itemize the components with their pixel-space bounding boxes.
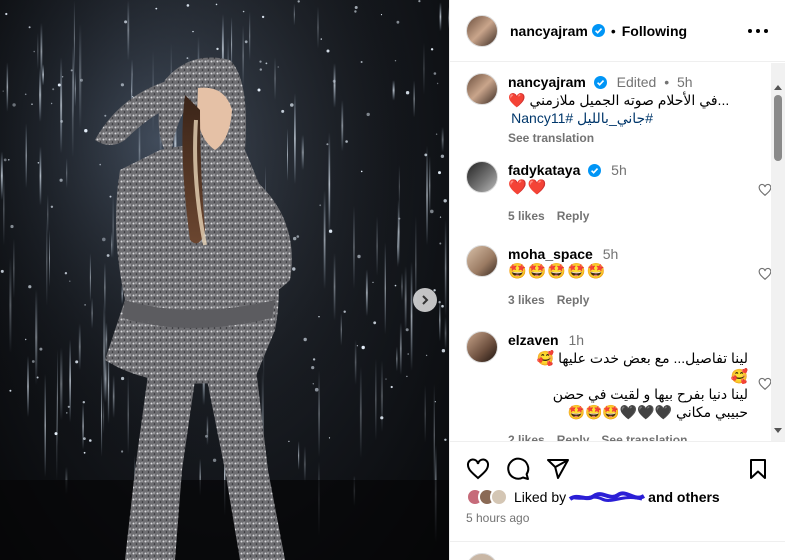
current-user-avatar (466, 553, 498, 560)
commenter-avatar[interactable] (466, 331, 498, 363)
comment-icon[interactable] (506, 457, 530, 481)
commenter-username[interactable]: moha_space (508, 246, 593, 262)
following-button[interactable]: Following (622, 23, 687, 39)
comment-item: fadykataya 5h ❤️❤️ 5 likes Reply (466, 161, 772, 225)
liker-avatars (466, 488, 508, 506)
verified-badge-icon (593, 76, 607, 89)
commenter-username[interactable]: fadykataya (508, 162, 580, 178)
commenter-avatar[interactable] (466, 245, 498, 277)
heart-icon[interactable] (758, 377, 772, 391)
comment-likes[interactable]: 3 likes (508, 293, 545, 307)
next-photo-button[interactable] (413, 288, 437, 312)
commenter-avatar[interactable] (466, 161, 498, 193)
verified-badge-icon (591, 24, 605, 37)
see-translation-button[interactable]: See translation (601, 433, 687, 441)
reply-button[interactable]: Reply (557, 293, 590, 307)
and-others-label[interactable]: and others (648, 489, 720, 505)
post-header: nancyajram • Following (450, 0, 785, 62)
heart-icon[interactable] (758, 183, 772, 197)
heart-icon[interactable] (758, 267, 772, 281)
comment-time: 5h (602, 246, 619, 262)
heart-emoji: ❤️ (508, 92, 526, 108)
author-username[interactable]: nancyajram (510, 23, 588, 39)
caption-item: nancyajram Edited • 5h ...في الأحلام صوت… (466, 73, 766, 147)
liked-by-label: Liked by (514, 489, 567, 505)
caption-edited: Edited (616, 74, 657, 90)
comment-text: 🤩🤩🤩🤩🤩 (508, 263, 607, 280)
comments-list[interactable]: nancyajram Edited • 5h ...في الأحلام صوت… (450, 63, 772, 441)
heart-icon[interactable] (466, 457, 490, 481)
comment-item: elzaven 1h لينا تفاصيل... مع بعض خدت علي… (466, 331, 772, 441)
reply-button[interactable]: Reply (557, 209, 590, 223)
singer-figure (95, 57, 292, 560)
comment-item: moha_space 5h 🤩🤩🤩🤩🤩 3 likes Reply (466, 245, 772, 309)
caption-avatar[interactable] (466, 73, 498, 105)
comment-text-line: حبيبي مكاني 🖤🖤🖤🤩🤩🤩 (567, 404, 748, 420)
comment-likes[interactable]: 5 likes (508, 209, 545, 223)
comment-text-line: لينا دنيا بفرح بيها و لقيت في حضن (552, 386, 748, 402)
verified-badge-icon (588, 164, 602, 177)
caption-time: 5h (677, 74, 693, 90)
caption-username[interactable]: nancyajram (508, 74, 586, 90)
post-detail-pane: nancyajram • Following nancyajram Edited… (449, 0, 785, 560)
caption-hashtags[interactable]: #جاني_بالليل #Nancy11 (508, 109, 653, 127)
author-avatar[interactable] (466, 14, 498, 47)
scrollbar-thumb[interactable] (774, 95, 782, 161)
header-separator: • (610, 22, 616, 39)
scroll-down-icon[interactable] (774, 428, 782, 433)
chevron-right-icon (422, 295, 429, 305)
bookmark-icon[interactable] (746, 457, 770, 481)
liked-by-row[interactable]: Liked by and others (466, 486, 720, 508)
caption-sep: • (664, 74, 670, 90)
caption-text: ...في الأحلام صوته الجميل ملازمني (529, 92, 730, 108)
more-options-icon[interactable] (748, 22, 768, 40)
comment-text: ❤️❤️ (508, 179, 548, 196)
post-photo[interactable] (0, 0, 449, 560)
comment-text-line: لينا تفاصيل... مع بعض خدت عليها 🥰 (536, 350, 748, 366)
comment-time: 1h (568, 332, 585, 348)
divider (450, 541, 785, 542)
scroll-up-icon[interactable] (774, 85, 782, 90)
comments-scrollbar[interactable] (771, 63, 785, 441)
post-time-ago: 5 hours ago (466, 511, 530, 525)
share-icon[interactable] (546, 457, 570, 481)
comment-time: 5h (611, 162, 627, 178)
caption-see-translation[interactable]: See translation (508, 129, 766, 147)
reply-button[interactable]: Reply (557, 433, 590, 441)
comment-likes[interactable]: 2 likes (508, 433, 545, 441)
redacted-username (568, 491, 646, 502)
comment-text-line: 🥰 (730, 368, 748, 384)
commenter-username[interactable]: elzaven (508, 332, 559, 348)
